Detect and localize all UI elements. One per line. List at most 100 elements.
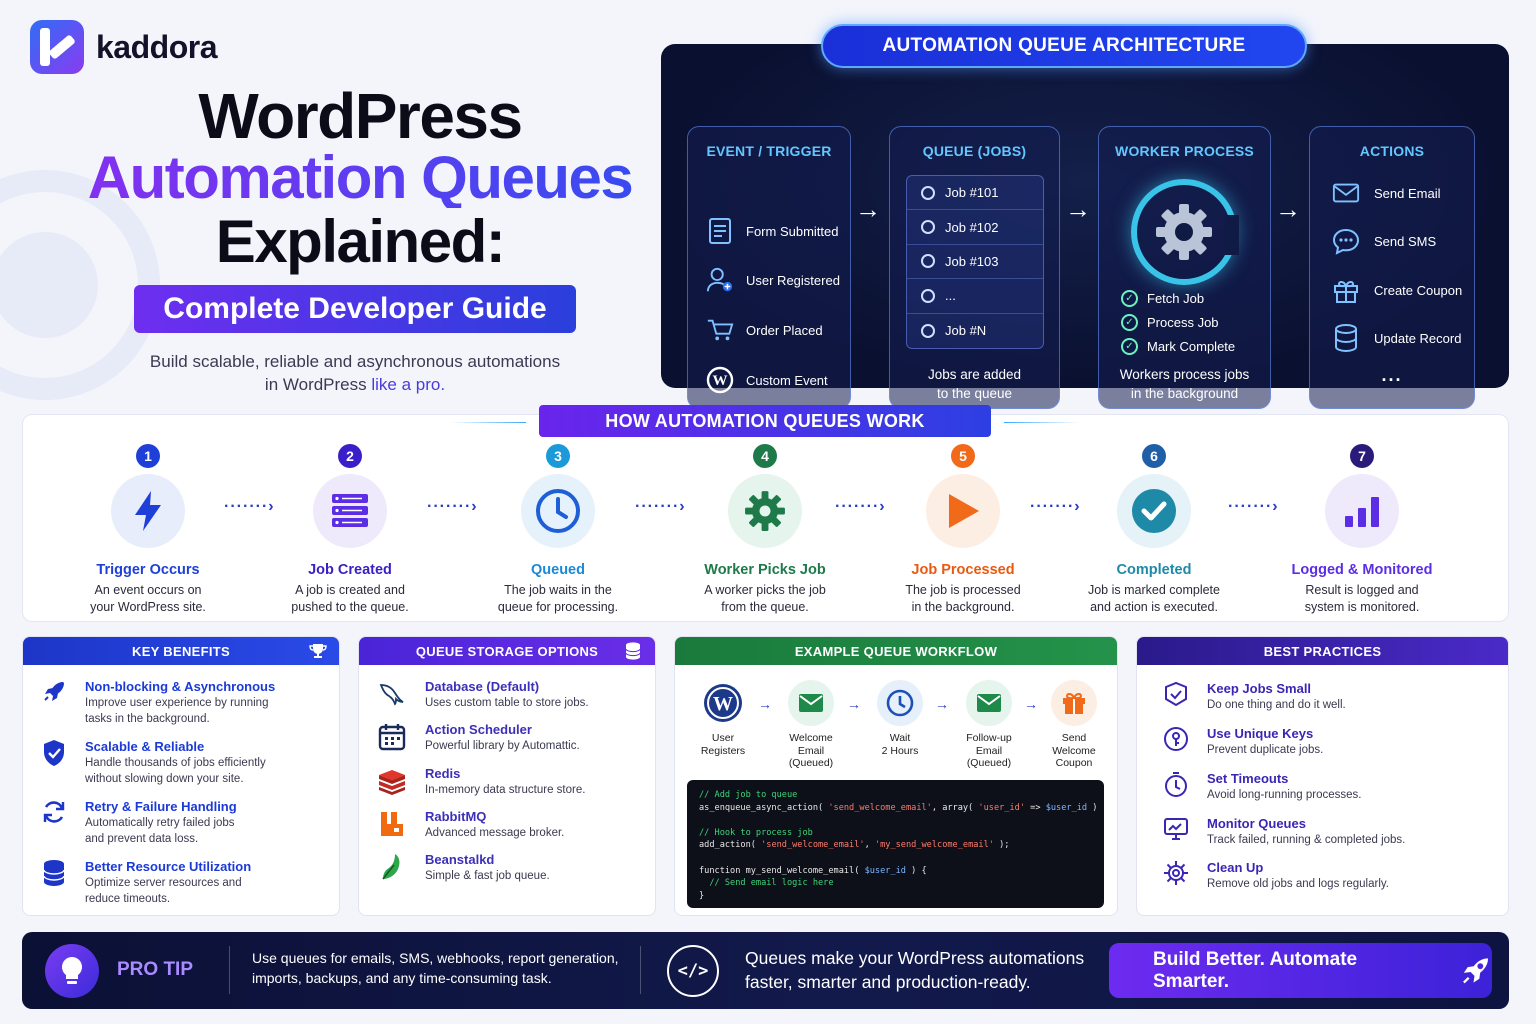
node-line: Coupon <box>1055 757 1093 769</box>
pro-tip-line: Use queues for emails, SMS, webhooks, re… <box>252 950 619 966</box>
clock-icon <box>877 680 923 726</box>
cta-button[interactable]: Build Better. Automate Smarter. <box>1109 943 1492 998</box>
benefits-card: KEY BENEFITS Non-blocking & Asynchronous… <box>22 636 340 916</box>
node-line: User <box>711 732 735 744</box>
job-row[interactable]: Job #102 <box>907 210 1043 245</box>
user-add-icon <box>706 266 734 294</box>
storage-item: Beanstalkd Simple & fast job queue. <box>377 852 550 885</box>
code-token: ) { <box>905 865 927 876</box>
key-badge-icon <box>1164 727 1188 751</box>
event-item: W Custom Event <box>706 366 828 394</box>
pro-tip-line: imports, backups, and any time-consuming… <box>252 970 552 986</box>
job-row[interactable]: Job #N <box>907 314 1043 348</box>
hero-sub-line-1: Build scalable, reliable and asynchronou… <box>149 352 561 371</box>
event-item: Order Placed <box>706 316 823 344</box>
practice-desc: Prevent duplicate jobs. <box>1207 744 1324 756</box>
step-5: 5 Job Processed The job is processed in t… <box>863 444 1063 616</box>
footer-message-line: faster, smarter and production-ready. <box>745 972 1031 992</box>
step-desc-line: your WordPress site. <box>90 600 206 614</box>
architecture-panel: EVENT / TRIGGER Form Submitted User Regi… <box>661 44 1509 409</box>
database-icon <box>625 642 641 660</box>
job-row[interactable]: Job #103 <box>907 245 1043 280</box>
storage-title-item: Database (Default) <box>425 679 540 694</box>
action-item: Send Email <box>1332 179 1440 207</box>
practice-item: Keep Jobs Small Do one thing and do it we… <box>1163 681 1346 714</box>
step-title: Queued <box>531 562 585 578</box>
lightning-icon <box>111 474 185 548</box>
practice-item: Set Timeouts Avoid long-running processes… <box>1163 771 1362 804</box>
step-desc-line: pushed to the queue. <box>291 600 409 614</box>
title-line-3: Explained: <box>215 208 506 275</box>
step-number: 6 <box>1142 444 1166 468</box>
workflow-node: W User Registers <box>687 680 759 757</box>
lightbulb-icon <box>45 944 99 998</box>
worker-step-label: Process Job <box>1147 315 1219 330</box>
step-desc: The job waits in the queue for processing… <box>458 582 658 616</box>
redis-icon <box>379 770 405 795</box>
job-row[interactable]: Job #101 <box>907 176 1043 211</box>
storage-desc: Powerful library by Automattic. <box>425 740 580 752</box>
footer-divider <box>229 946 230 994</box>
benefit-desc-line: without slowing down your site. <box>85 772 244 785</box>
code-token: as_enqueue_async_action( <box>699 802 829 813</box>
radio-icon <box>921 220 935 235</box>
hero-sub-accent: like a pro. <box>371 375 446 394</box>
check-icon: ✓ <box>1121 290 1138 307</box>
storage-item: Redis In-memory data structure store. <box>377 766 585 799</box>
job-row[interactable]: ... <box>907 279 1043 314</box>
job-label: Job #N <box>945 323 987 339</box>
step-title: Job Created <box>308 562 392 578</box>
step-title: Worker Picks Job <box>704 562 826 578</box>
code-token: => <box>1025 802 1046 813</box>
actions-heading: ACTIONS <box>1359 143 1425 159</box>
workflow-node: Follow-up Email (Queued) <box>953 680 1025 770</box>
queue-column: QUEUE (JOBS) Job #101 Job #102 Job #103 … <box>889 126 1060 409</box>
step-desc: The job is processed in the background. <box>863 582 1063 616</box>
storage-desc: Uses custom table to store jobs. <box>425 697 589 709</box>
brand-logo[interactable]: kaddora <box>30 20 217 74</box>
event-label: Custom Event <box>746 372 828 388</box>
workflow-title: EXAMPLE QUEUE WORKFLOW <box>794 643 998 659</box>
step-title: Job Processed <box>911 562 1015 578</box>
step-number: 4 <box>753 444 777 468</box>
step-number: 2 <box>338 444 362 468</box>
svg-text:W: W <box>713 693 733 715</box>
event-label: User Registered <box>746 272 840 288</box>
event-item: Form Submitted <box>706 217 838 245</box>
benefit-desc-line: Automatically retry failed jobs <box>85 817 235 829</box>
database-icon <box>43 860 65 886</box>
action-item: Send SMS <box>1332 227 1436 255</box>
beanstalkd-leaf-icon <box>382 854 400 880</box>
step-2: 2 Job Created A job is created and pushed… <box>250 444 450 616</box>
step-desc-line: A worker picks the job <box>704 583 826 597</box>
trophy-icon <box>309 644 327 658</box>
step-desc-line: The job waits in the <box>504 583 612 597</box>
title-rule-left <box>450 422 526 423</box>
arrow-right-icon: → <box>935 696 949 712</box>
calendar-icon <box>378 724 406 751</box>
box-check-icon <box>1165 681 1187 707</box>
benefit-item: Non-blocking & Asynchronous Improve user … <box>41 679 275 727</box>
step-number: 3 <box>546 444 570 468</box>
architecture-title: AUTOMATION QUEUE ARCHITECTURE <box>821 24 1307 68</box>
worker-heading: WORKER PROCESS <box>1115 143 1254 159</box>
step-number: 5 <box>951 444 975 468</box>
arrow-right-icon: → <box>1065 194 1091 224</box>
step-desc-line: queue for processing. <box>497 600 619 614</box>
title-rule-right <box>1004 422 1080 423</box>
step-desc-line: system is monitored. <box>1304 600 1420 614</box>
benefit-desc: Improve user experience by running tasks … <box>85 696 275 727</box>
radio-icon <box>921 185 935 200</box>
step-title: Completed <box>1116 562 1192 578</box>
step-desc-line: in the background. <box>911 600 1015 614</box>
benefit-item: Better Resource Utilization Optimize serv… <box>41 859 251 907</box>
benefit-desc-line: reduce timeouts. <box>85 892 171 905</box>
practice-item: Monitor Queues Track failed, running & co… <box>1163 816 1405 849</box>
arrow-right-icon: → <box>1024 696 1038 712</box>
step-desc-line: The job is processed <box>905 583 1021 597</box>
wordpress-icon: W <box>700 680 746 726</box>
step-desc-line: and action is executed. <box>1090 600 1218 614</box>
step-desc-line: from the queue. <box>721 600 809 614</box>
storage-desc: Advanced message broker. <box>425 827 565 839</box>
node-line: Send <box>1061 732 1087 744</box>
